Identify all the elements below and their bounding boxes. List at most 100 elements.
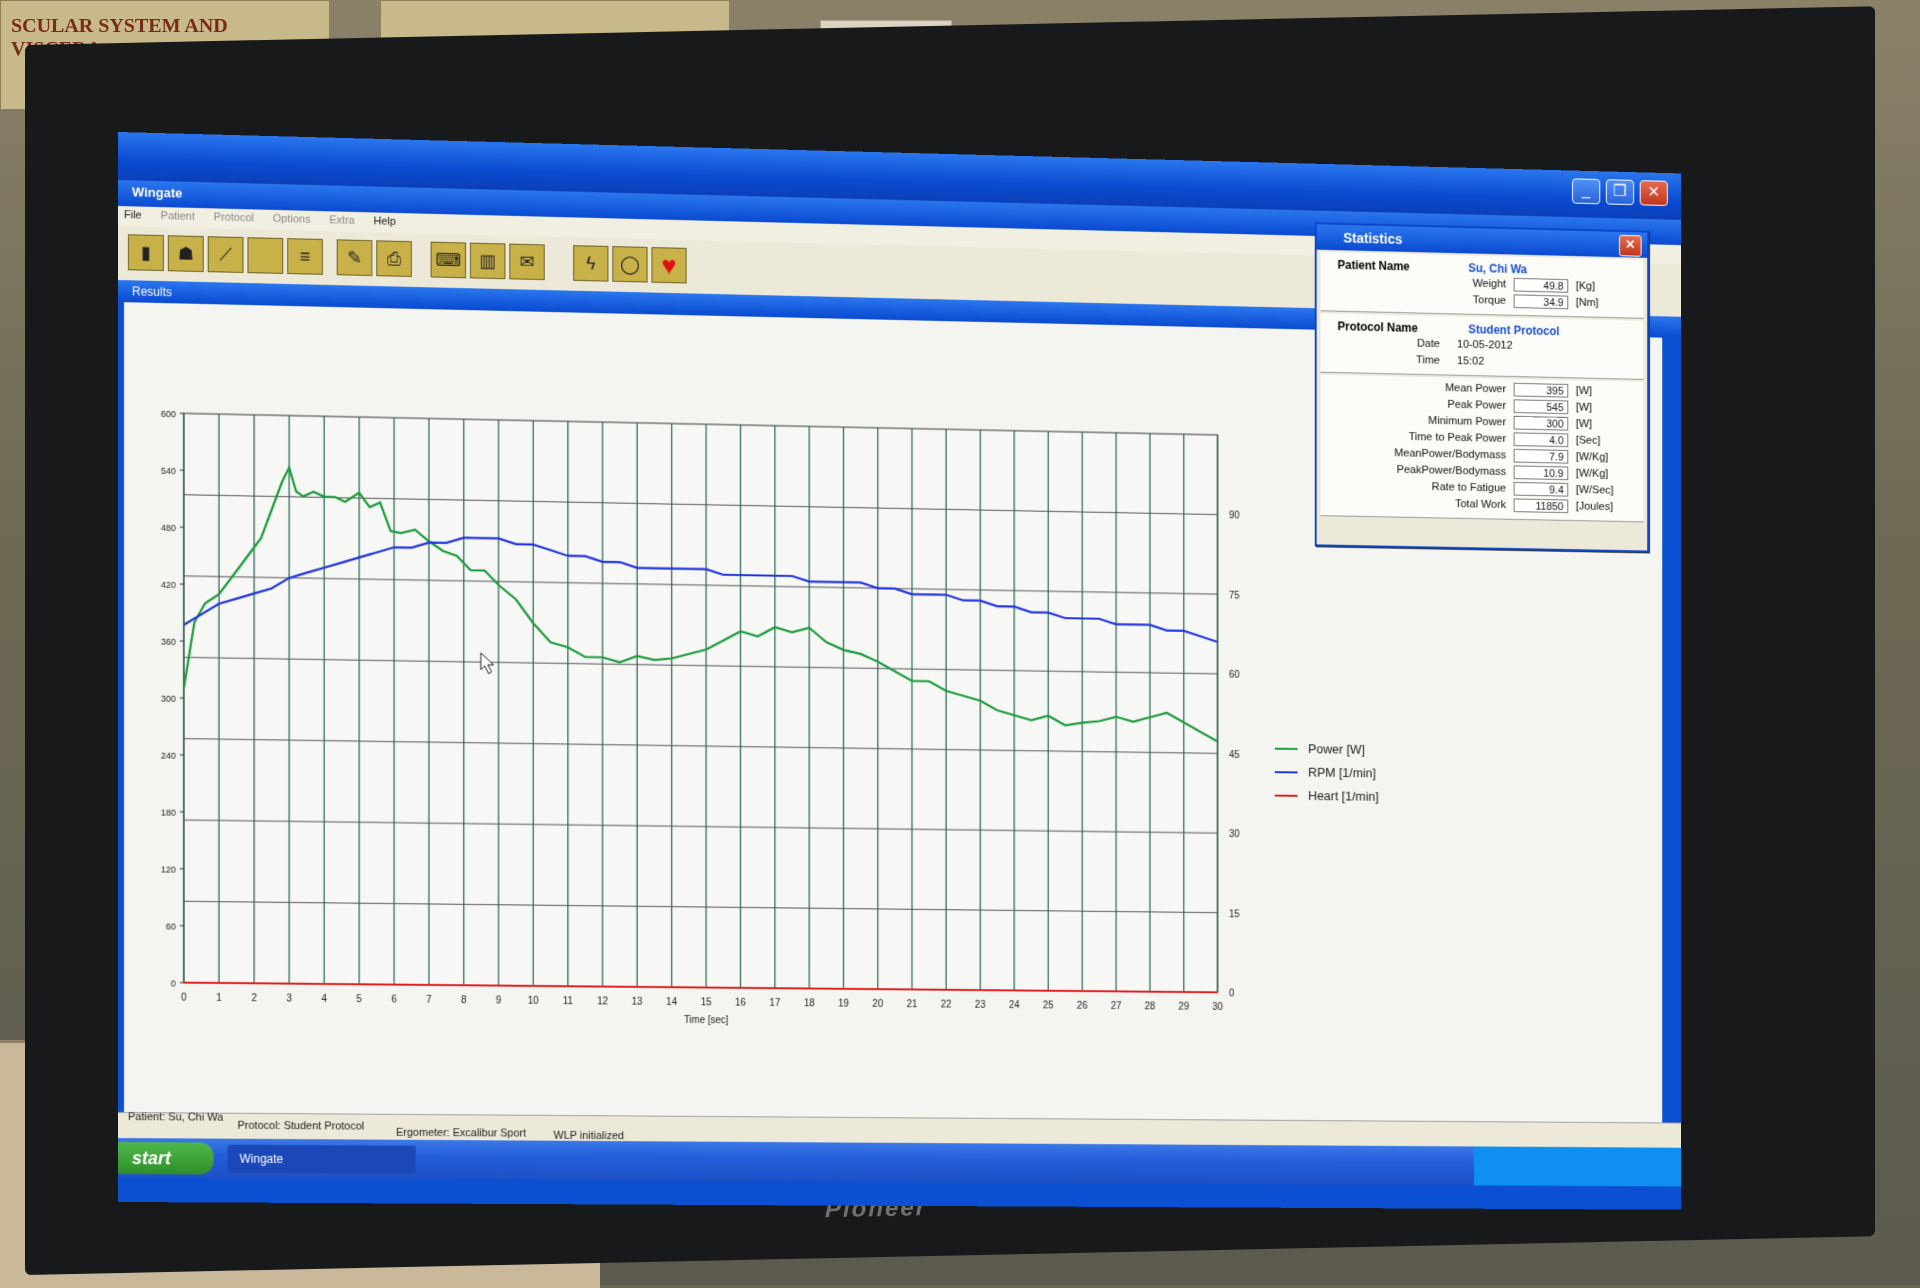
x-tick-label: 26: [1077, 1001, 1088, 1012]
y-right-tick-label: 0: [1229, 989, 1235, 1000]
y-right-tick-label: 30: [1229, 829, 1240, 840]
stat-unit: [W]: [1576, 402, 1592, 414]
x-tick-label: 18: [804, 998, 815, 1009]
stat-value: 395: [1514, 383, 1569, 398]
y-right-tick-label: 45: [1229, 750, 1240, 761]
x-tick-label: 14: [666, 997, 677, 1008]
stat-value: 11850: [1514, 498, 1569, 513]
stat-label: Total Work: [1455, 498, 1506, 511]
date-value: 10-05-2012: [1457, 339, 1513, 352]
stat-unit: [W/Kg]: [1576, 468, 1608, 480]
x-tick-label: 0: [181, 993, 187, 1004]
y-right-tick-label: 75: [1229, 590, 1240, 601]
x-tick-label: 24: [1009, 1000, 1020, 1011]
stat-unit: [W]: [1576, 385, 1592, 397]
y-left-tick-label: 0: [171, 978, 176, 988]
x-tick-label: 11: [563, 996, 574, 1007]
statistics-title: Statistics: [1343, 230, 1402, 247]
minimize-button[interactable]: _: [1572, 178, 1600, 204]
patient-name-value: Su, Chi Wa: [1468, 261, 1527, 276]
x-tick-label: 17: [770, 998, 781, 1009]
x-tick-label: 12: [597, 996, 608, 1007]
stat-unit: [W]: [1576, 418, 1592, 430]
y-right-tick-label: 60: [1229, 670, 1240, 681]
y-left-tick-label: 360: [161, 637, 176, 647]
menu-patient[interactable]: Patient: [155, 207, 205, 223]
results-section: Mean Power395[W]Peak Power545[W]Minimum …: [1320, 375, 1643, 523]
torque-unit: [Nm]: [1576, 297, 1599, 309]
protocol-icon[interactable]: ⟋: [208, 236, 244, 273]
list-icon[interactable]: ≡: [287, 238, 323, 275]
patient-icon[interactable]: ☗: [168, 235, 204, 272]
patient-section: Patient Name Su, Chi Wa Weight 49.8 [Kg]…: [1320, 252, 1643, 319]
x-axis-label: Time [sec]: [684, 1015, 729, 1026]
x-tick-label: 28: [1145, 1001, 1156, 1012]
x-tick-label: 5: [356, 994, 362, 1005]
bar-chart-icon[interactable]: ▥: [470, 243, 505, 280]
stat-value: 545: [1514, 399, 1569, 414]
x-tick-label: 22: [941, 1000, 952, 1011]
y-left-tick-label: 420: [161, 580, 176, 590]
y-left-tick-label: 180: [161, 808, 176, 818]
weight-label: Weight: [1472, 278, 1506, 290]
x-tick-label: 10: [528, 996, 539, 1007]
menu-options[interactable]: Options: [267, 210, 320, 226]
x-tick-label: 25: [1043, 1000, 1054, 1011]
restore-button[interactable]: ❐: [1606, 179, 1634, 205]
stat-label: PeakPower/Bodymass: [1397, 464, 1506, 478]
x-tick-label: 15: [701, 997, 712, 1008]
print-icon[interactable]: ⎙: [376, 240, 412, 277]
x-tick-label: 3: [286, 994, 292, 1005]
x-tick-label: 1: [216, 993, 222, 1004]
stat-value: 9.4: [1514, 482, 1569, 497]
heart-icon[interactable]: ♥: [651, 247, 686, 283]
protocol-name-value: Student Protocol: [1468, 322, 1559, 338]
statistics-close-button[interactable]: ✕: [1619, 235, 1642, 257]
legend-label: RPM [1/min]: [1308, 765, 1376, 781]
stat-unit: [W/Sec]: [1576, 484, 1614, 496]
x-tick-label: 4: [321, 994, 327, 1005]
protocol-section: Protocol Name Student Protocol Date 10-0…: [1320, 313, 1643, 380]
stat-unit: [Sec]: [1576, 435, 1601, 447]
y-right-tick-label: 90: [1229, 511, 1240, 522]
close-button[interactable]: ✕: [1640, 180, 1668, 206]
taskbar-item-wingate[interactable]: Wingate: [228, 1145, 416, 1174]
keyboard-icon[interactable]: ⌨: [431, 242, 466, 279]
stat-label: Mean Power: [1445, 382, 1506, 395]
lightning-icon[interactable]: ϟ: [573, 245, 608, 282]
wheel-icon[interactable]: ◯: [612, 246, 647, 282]
protocol-name-label: Protocol Name: [1338, 319, 1418, 335]
door-icon[interactable]: ▮: [128, 234, 164, 271]
y-left-tick-label: 60: [166, 922, 176, 932]
y-left-tick-label: 600: [161, 409, 176, 419]
x-tick-label: 13: [632, 997, 643, 1008]
menu-help[interactable]: Help: [368, 212, 406, 228]
x-tick-label: 6: [391, 995, 397, 1006]
menu-file[interactable]: File: [118, 206, 152, 222]
time-value: 15:02: [1457, 355, 1484, 367]
x-tick-label: 29: [1178, 1002, 1189, 1013]
blank-tool-icon[interactable]: [247, 237, 283, 274]
plot-frame: [184, 413, 1218, 992]
app-title: Wingate: [132, 184, 182, 200]
time-label: Time: [1416, 354, 1440, 366]
x-tick-label: 9: [496, 995, 502, 1006]
results-title: Results: [132, 284, 172, 299]
x-tick-label: 27: [1111, 1001, 1122, 1012]
y-right-tick-label: 15: [1229, 909, 1240, 920]
x-tick-label: 19: [838, 999, 849, 1010]
export-icon[interactable]: ✉: [509, 244, 544, 281]
statistics-panel[interactable]: Statistics ✕ Patient Name Su, Chi Wa Wei…: [1315, 222, 1649, 552]
torque-field: 34.9: [1514, 294, 1569, 309]
x-tick-label: 2: [251, 993, 257, 1004]
start-button[interactable]: start: [118, 1142, 214, 1175]
edit-icon[interactable]: ✎: [337, 239, 373, 276]
stat-label: Peak Power: [1447, 399, 1506, 412]
x-tick-label: 23: [975, 1000, 986, 1011]
y-left-tick-label: 240: [161, 751, 176, 761]
weight-unit: [Kg]: [1576, 280, 1595, 292]
stat-value: 4.0: [1514, 432, 1569, 447]
menu-protocol[interactable]: Protocol: [208, 208, 264, 224]
menu-extra[interactable]: Extra: [323, 211, 364, 227]
stat-unit: [Joules]: [1576, 501, 1613, 513]
